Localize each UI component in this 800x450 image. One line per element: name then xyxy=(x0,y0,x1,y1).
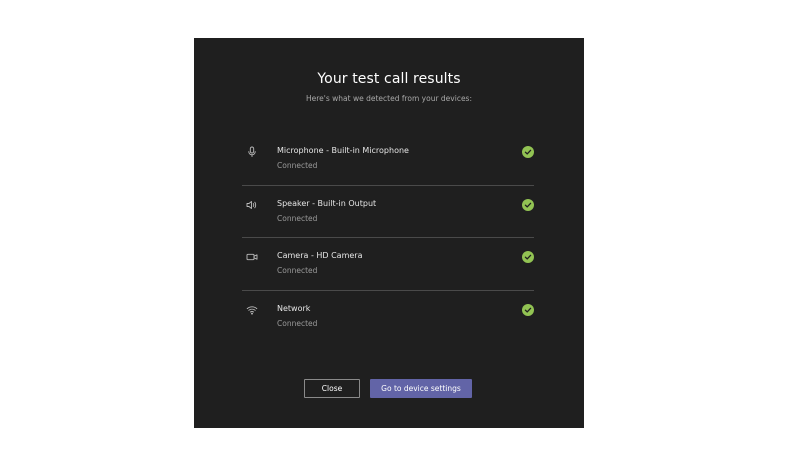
microphone-icon xyxy=(246,146,258,158)
device-status: Connected xyxy=(277,318,318,328)
check-circle-icon xyxy=(522,251,534,263)
device-label: Camera - HD Camera xyxy=(277,251,363,260)
device-row-network: Network Connected xyxy=(242,291,534,344)
camera-icon xyxy=(246,251,258,263)
wifi-icon xyxy=(246,304,258,316)
close-button[interactable]: Close xyxy=(304,379,360,398)
device-status: Connected xyxy=(277,161,318,170)
device-status: Connected xyxy=(277,266,318,275)
go-to-device-settings-button[interactable]: Go to device settings xyxy=(370,379,472,398)
check-circle-icon xyxy=(522,146,534,158)
test-call-results-dialog: Your test call results Here's what we de… xyxy=(194,38,584,428)
device-row-microphone: Microphone - Built-in Microphone Connect… xyxy=(242,133,534,186)
device-row-speaker: Speaker - Built-in Output Connected xyxy=(242,186,534,239)
dialog-subtitle: Here's what we detected from your device… xyxy=(306,94,472,103)
device-label: Network xyxy=(277,303,311,313)
dialog-title: Your test call results xyxy=(317,71,461,87)
speaker-icon xyxy=(246,199,258,211)
device-label: Microphone - Built-in Microphone xyxy=(277,146,409,155)
device-status: Connected xyxy=(277,213,318,223)
device-list: Microphone - Built-in Microphone Connect… xyxy=(242,133,534,343)
device-row-camera: Camera - HD Camera Connected xyxy=(242,238,534,291)
check-circle-icon xyxy=(522,303,534,316)
check-circle-icon xyxy=(522,198,534,211)
device-label: Speaker - Built-in Output xyxy=(277,198,377,208)
